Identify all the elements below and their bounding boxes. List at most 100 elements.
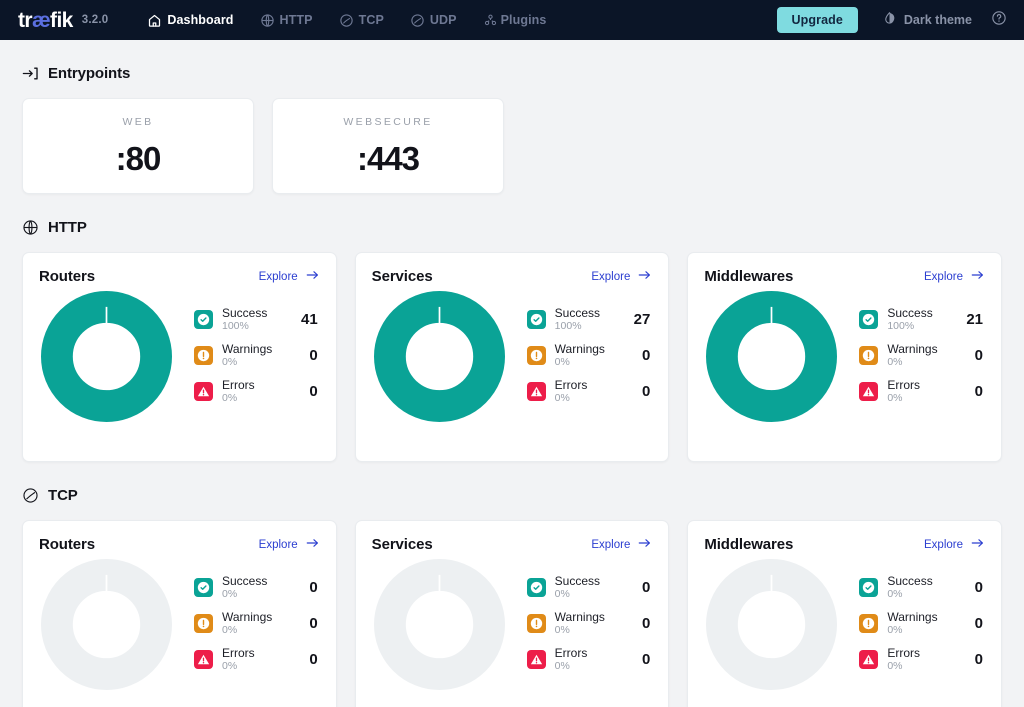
explore-link[interactable]: Explore <box>591 268 652 285</box>
arrow-right-icon <box>305 536 320 553</box>
legend-row-warnings: Warnings 0% 0 <box>194 339 320 373</box>
upgrade-button[interactable]: Upgrade <box>776 6 858 34</box>
legend-label: Success <box>887 305 933 320</box>
legend-percent: 0% <box>222 587 238 600</box>
dark-theme-toggle[interactable]: Dark theme <box>870 0 984 40</box>
nav-item-http[interactable]: HTTP <box>247 0 326 40</box>
legend: Success 100% 41 Warnings 0% 0 Errors 0% … <box>194 303 320 411</box>
legend-text: Errors 0% <box>554 646 627 673</box>
entrypoint-card-websecure[interactable]: WEBSECURE :443 <box>272 98 504 194</box>
legend-label: Errors <box>222 377 255 392</box>
donut-chart <box>373 559 505 690</box>
legend-row-success: Success 0% 0 <box>526 571 653 605</box>
explore-link[interactable]: Explore <box>924 536 985 553</box>
section-header-tcp: TCP <box>22 487 1002 504</box>
legend-label: Success <box>222 305 268 320</box>
nav-label-http: HTTP <box>279 13 313 27</box>
explore-link[interactable]: Explore <box>259 268 320 285</box>
legend-percent: 100% <box>887 319 915 332</box>
explore-link[interactable]: Explore <box>259 536 320 553</box>
legend-value: 41 <box>300 311 318 328</box>
header-brand-group: træfik 3.2.0 <box>0 10 108 31</box>
entrypoint-port: :443 <box>356 140 420 177</box>
error-triangle-icon <box>194 650 213 669</box>
legend-value: 27 <box>633 311 651 328</box>
legend-row-warnings: Warnings 0% 0 <box>194 607 320 641</box>
help-button[interactable] <box>984 0 1014 40</box>
arrow-right-icon <box>305 268 320 285</box>
explore-label: Explore <box>924 270 964 283</box>
legend-text: Success 100% <box>887 305 959 333</box>
legend-percent: 0% <box>887 659 903 672</box>
section-title-http: HTTP <box>48 219 87 236</box>
stat-card-tcp-services: Services Explore Success 0% 0 Warnings 0… <box>354 520 670 707</box>
legend-text: Success 100% <box>554 305 627 333</box>
error-triangle-icon <box>859 382 879 401</box>
card-header: Middlewares Explore <box>704 268 985 285</box>
card-body: Success 100% 41 Warnings 0% 0 Errors 0% … <box>39 291 320 422</box>
card-title: Routers <box>39 268 95 285</box>
warning-exclamation-icon <box>859 346 879 365</box>
stat-card-tcp-middlewares: Middlewares Explore Success 0% 0 Warning… <box>687 520 1003 707</box>
legend-percent: 100% <box>222 319 249 332</box>
legend-label: Success <box>222 573 268 588</box>
traefik-logo[interactable]: træfik <box>18 10 73 31</box>
entrypoint-card-web[interactable]: WEB :80 <box>22 98 254 194</box>
error-triangle-icon <box>526 650 546 669</box>
explore-label: Explore <box>924 538 964 551</box>
card-title: Middlewares <box>704 536 794 553</box>
donut-chart <box>41 559 172 690</box>
legend-percent: 100% <box>554 319 582 332</box>
card-title: Services <box>371 268 433 285</box>
error-triangle-icon <box>526 382 546 401</box>
legend-text: Warnings 0% <box>222 341 294 369</box>
legend-value: 0 <box>309 615 318 632</box>
legend-value: 0 <box>309 347 318 364</box>
legend-label: Success <box>887 573 933 588</box>
card-title: Routers <box>39 536 95 553</box>
plugins-icon <box>483 13 498 28</box>
nav-item-tcp[interactable]: TCP <box>326 0 397 40</box>
section-title-tcp: TCP <box>48 487 78 504</box>
stat-card-http-routers: Routers Explore Success 100% 41 Warnings… <box>22 252 337 462</box>
legend-row-errors: Errors 0% 0 <box>526 643 653 677</box>
legend-percent: 0% <box>554 355 570 368</box>
legend-row-success: Success 100% 41 <box>194 303 320 337</box>
legend-value: 0 <box>974 615 984 632</box>
card-header: Services Explore <box>372 536 653 553</box>
legend-text: Warnings 0% <box>887 610 959 637</box>
legend-label: Warnings <box>554 341 605 356</box>
warning-exclamation-icon <box>194 614 213 633</box>
legend-label: Warnings <box>222 609 273 624</box>
legend: Success 0% 0 Warnings 0% 0 Errors 0% 0 <box>194 571 320 679</box>
legend-value: 0 <box>309 579 318 596</box>
donut-chart <box>41 291 172 422</box>
legend-label: Warnings <box>887 341 938 356</box>
circle-slash-icon <box>339 13 354 28</box>
card-body: Success 0% 0 Warnings 0% 0 Errors 0% 0 <box>704 559 985 690</box>
warning-exclamation-icon <box>526 614 546 633</box>
error-triangle-icon <box>194 382 213 401</box>
legend-label: Errors <box>554 377 588 392</box>
legend-text: Success 0% <box>555 574 627 601</box>
legend-text: Errors 0% <box>222 646 294 673</box>
success-check-icon <box>526 310 546 329</box>
explore-link[interactable]: Explore <box>924 268 985 285</box>
legend-percent: 0% <box>554 659 570 672</box>
contrast-droplet-icon <box>882 11 897 29</box>
nav-item-dashboard[interactable]: Dashboard <box>134 0 246 40</box>
legend-text: Errors 0% <box>887 645 959 673</box>
nav-item-udp[interactable]: UDP <box>397 0 470 40</box>
dashboard-page: Entrypoints WEB :80 WEBSECURE :443 HTTP … <box>0 65 1024 707</box>
legend-label: Warnings <box>222 341 273 356</box>
legend-row-success: Success 100% 27 <box>526 303 653 337</box>
legend-text: Errors 0% <box>554 377 627 405</box>
legend-text: Warnings 0% <box>887 341 959 369</box>
legend-label: Errors <box>887 645 921 660</box>
legend-value: 0 <box>642 579 651 596</box>
legend-row-warnings: Warnings 0% 0 <box>526 339 653 373</box>
nav-item-plugins[interactable]: Plugins <box>470 0 560 40</box>
legend-label: Success <box>554 305 601 320</box>
explore-link[interactable]: Explore <box>591 536 652 553</box>
legend-value: 0 <box>309 651 318 668</box>
